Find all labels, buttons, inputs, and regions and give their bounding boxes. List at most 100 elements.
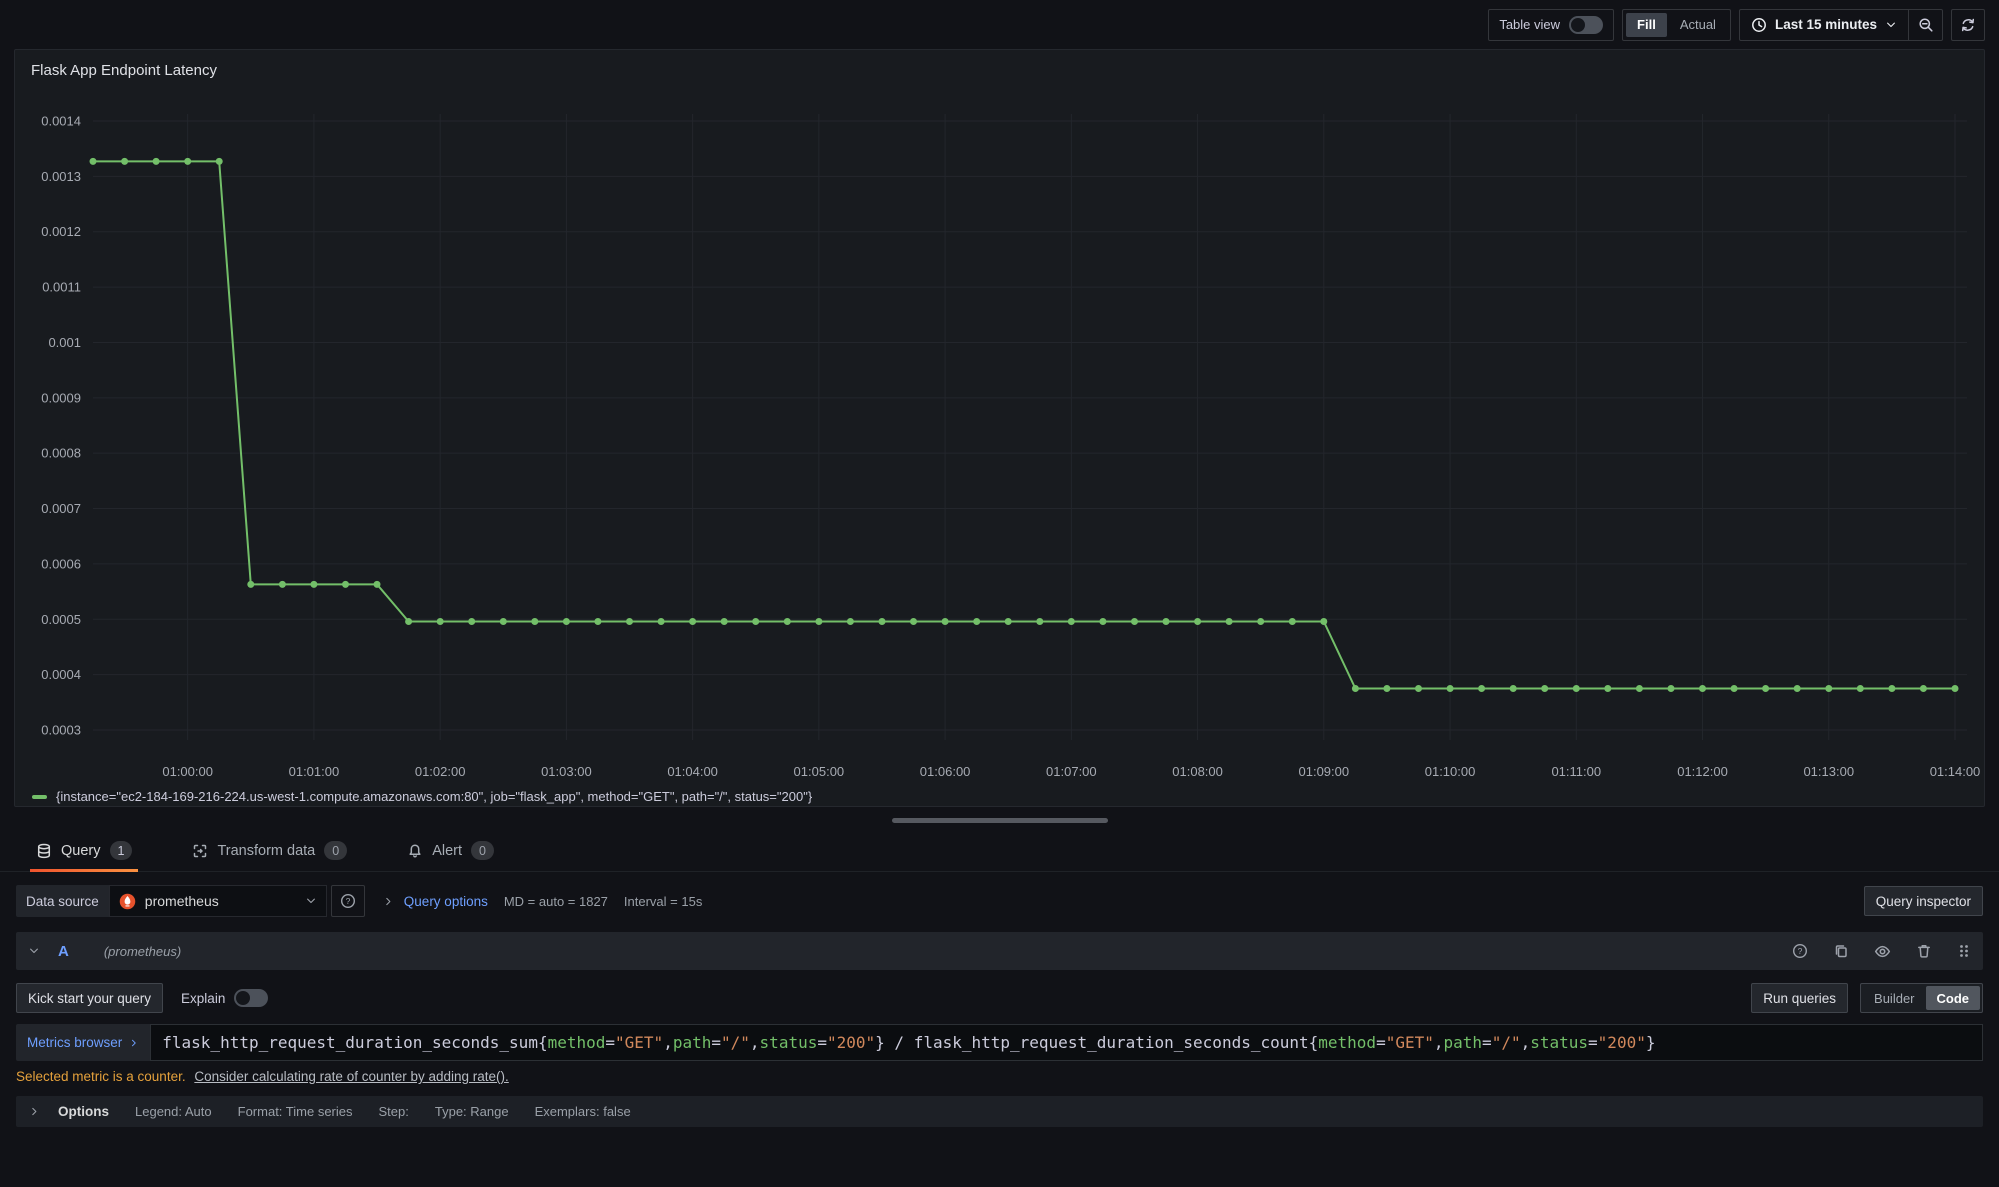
panel-title: Flask App Endpoint Latency — [15, 50, 1984, 90]
chevron-right-icon — [129, 1038, 139, 1048]
actual-button[interactable]: Actual — [1669, 13, 1727, 37]
latency-chart-svg[interactable]: 01:00:0001:01:0001:02:0001:03:0001:04:00… — [15, 90, 1984, 785]
zoom-out-icon — [1918, 17, 1934, 33]
max-data-points-info: MD = auto = 1827 — [504, 894, 608, 909]
svg-text:01:09:00: 01:09:00 — [1299, 764, 1350, 779]
explain-toggle[interactable] — [234, 989, 268, 1007]
promql-expression-input[interactable]: flask_http_request_duration_seconds_sum{… — [150, 1024, 1983, 1061]
svg-text:0.0011: 0.0011 — [42, 280, 81, 295]
datasource-field-label: Data source — [16, 885, 109, 917]
query-datasource-hint: (prometheus) — [104, 944, 181, 959]
datasource-row: Data source prometheus ? Query options M… — [16, 885, 1983, 917]
svg-text:0.0005: 0.0005 — [41, 612, 81, 627]
svg-text:01:01:00: 01:01:00 — [289, 764, 340, 779]
query-editor-section: A (prometheus) ? Kick start your query E… — [16, 932, 1983, 1127]
duplicate-query-icon[interactable] — [1833, 943, 1849, 959]
time-range-label: Last 15 minutes — [1775, 17, 1877, 32]
datasource-help-button[interactable]: ? — [331, 885, 365, 917]
time-controls: Last 15 minutes — [1739, 9, 1943, 41]
query-options-toggle[interactable]: Query options — [383, 894, 488, 909]
svg-text:0.0007: 0.0007 — [41, 501, 81, 516]
fill-button[interactable]: Fill — [1626, 13, 1667, 37]
chevron-down-icon — [305, 895, 317, 907]
refresh-button[interactable] — [1951, 9, 1985, 41]
latency-panel: Flask App Endpoint Latency 01:00:00 01:01… — [14, 49, 1985, 807]
svg-text:01:07:00: 01:07:00 — [1046, 764, 1097, 779]
active-tab-underline — [30, 869, 138, 872]
chevron-right-icon — [29, 1106, 40, 1117]
display-mode-group: Fill Actual — [1622, 9, 1731, 41]
table-view-control: Table view — [1488, 9, 1614, 41]
option-type: Type: Range — [435, 1104, 509, 1119]
interval-info: Interval = 15s — [624, 894, 702, 909]
option-exemplars: Exemplars: false — [535, 1104, 631, 1119]
database-icon — [36, 843, 52, 859]
table-view-label: Table view — [1499, 17, 1560, 32]
clock-icon — [1751, 17, 1767, 33]
svg-text:0.0004: 0.0004 — [41, 667, 81, 682]
svg-text:0.0014: 0.0014 — [41, 114, 81, 129]
option-format: Format: Time series — [238, 1104, 353, 1119]
toggle-knob — [236, 991, 250, 1005]
hide-query-eye-icon[interactable] — [1874, 943, 1891, 960]
tab-transform-label: Transform data — [217, 843, 315, 859]
metrics-browser-toggle[interactable]: Metrics browser — [16, 1024, 150, 1061]
tab-alert-label: Alert — [432, 843, 462, 859]
svg-text:0.0012: 0.0012 — [41, 224, 81, 239]
svg-text:01:02:00: 01:02:00 — [415, 764, 466, 779]
code-mode-button[interactable]: Code — [1926, 986, 1981, 1010]
panel-editor-topbar: Table view Fill Actual Last 15 minutes — [0, 0, 1999, 49]
explain-label: Explain — [181, 991, 225, 1006]
expression-row: Metrics browser flask_http_request_durat… — [16, 1024, 1983, 1061]
kick-start-query-button[interactable]: Kick start your query — [16, 983, 163, 1013]
legend-series-label[interactable]: {instance="ec2-184-169-216-224.us-west-1… — [56, 789, 812, 804]
datasource-value: prometheus — [145, 893, 296, 909]
svg-text:01:04:00: 01:04:00 — [667, 764, 718, 779]
svg-text:0.0006: 0.0006 — [41, 556, 81, 571]
svg-text:0.0003: 0.0003 — [41, 723, 81, 738]
tab-alert[interactable]: Alert 0 — [401, 830, 500, 871]
query-row-actions: ? — [1792, 943, 1971, 960]
query-options-summary[interactable]: Options Legend: Auto Format: Time series… — [16, 1096, 1983, 1127]
chevron-down-icon[interactable] — [28, 945, 40, 957]
promql-expression: flask_http_request_duration_seconds_sum{… — [162, 1033, 1655, 1052]
warning-text: Selected metric is a counter. — [16, 1069, 186, 1084]
prometheus-icon — [119, 893, 136, 910]
svg-text:0.0013: 0.0013 — [41, 169, 81, 184]
chevron-down-icon — [1885, 19, 1897, 31]
svg-text:01:13:00: 01:13:00 — [1803, 764, 1854, 779]
option-step: Step: — [379, 1104, 409, 1119]
table-view-toggle[interactable] — [1569, 16, 1603, 34]
tab-transform-badge: 0 — [324, 841, 347, 860]
chevron-right-icon — [383, 896, 394, 907]
tab-query-label: Query — [61, 843, 101, 859]
metrics-browser-label: Metrics browser — [27, 1035, 122, 1050]
refresh-icon — [1960, 17, 1976, 33]
add-rate-link[interactable]: Consider calculating rate of counter by … — [194, 1069, 508, 1084]
drag-handle-icon[interactable] — [1957, 943, 1971, 959]
tab-transform-data[interactable]: Transform data 0 — [186, 830, 353, 871]
zoom-out-button[interactable] — [1909, 9, 1943, 41]
svg-text:?: ? — [1798, 946, 1803, 956]
query-ref-id: A — [58, 943, 69, 960]
builder-mode-button[interactable]: Builder — [1863, 986, 1925, 1010]
chart-legend: {instance="ec2-184-169-216-224.us-west-1… — [15, 785, 1984, 808]
option-legend: Legend: Auto — [135, 1104, 212, 1119]
time-range-picker[interactable]: Last 15 minutes — [1739, 9, 1909, 41]
datasource-picker[interactable]: prometheus — [109, 885, 327, 917]
tab-query[interactable]: Query 1 — [30, 830, 138, 871]
delete-query-trash-icon[interactable] — [1916, 943, 1932, 959]
help-circle-icon[interactable]: ? — [1792, 943, 1808, 959]
editor-tabs: Query 1 Transform data 0 Alert 0 — [0, 830, 1999, 872]
panel-resize-handle[interactable] — [892, 818, 1108, 823]
legend-series-marker — [32, 795, 47, 799]
bell-icon — [407, 843, 423, 859]
tab-query-badge: 1 — [110, 841, 133, 860]
query-inspector-button[interactable]: Query inspector — [1864, 886, 1983, 916]
counter-warning: Selected metric is a counter. Consider c… — [16, 1069, 1983, 1084]
query-row-header[interactable]: A (prometheus) ? — [16, 932, 1983, 970]
svg-text:01:10:00: 01:10:00 — [1425, 764, 1476, 779]
svg-text:01:00:00: 01:00:00 — [162, 764, 213, 779]
run-queries-button[interactable]: Run queries — [1751, 983, 1848, 1013]
editor-mode-group: Builder Code — [1860, 983, 1983, 1013]
